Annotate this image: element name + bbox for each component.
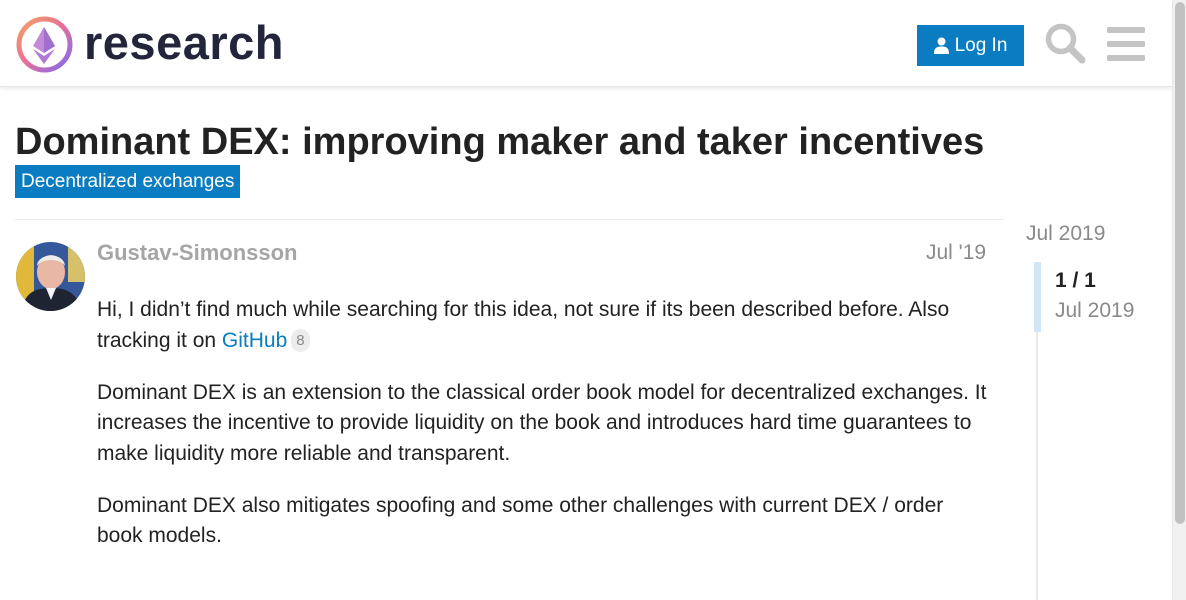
- login-button[interactable]: Log In: [917, 25, 1024, 66]
- timeline-current-date: Jul 2019: [1055, 299, 1135, 322]
- divider: [15, 219, 1004, 220]
- post-paragraph: Hi, I didn’t find much while searching f…: [97, 295, 992, 356]
- login-label: Log In: [954, 34, 1008, 56]
- scrollbar-thumb[interactable]: [1175, 2, 1185, 524]
- post-paragraph: Dominant DEX is an extension to the clas…: [97, 380, 987, 465]
- topic-title[interactable]: Dominant DEX: improving maker and taker …: [15, 118, 984, 166]
- github-link[interactable]: GitHub: [222, 329, 287, 352]
- post-author-username[interactable]: Gustav-Simonsson: [97, 240, 297, 266]
- user-avatar-icon: [16, 242, 85, 311]
- post-paragraph: Dominant DEX also mitigates spoofing and…: [97, 493, 944, 548]
- post-body: Hi, I didn’t find much while searching f…: [97, 295, 992, 573]
- timeline-scroll-handle[interactable]: [1034, 262, 1041, 332]
- timeline-position: 1 / 1: [1055, 269, 1096, 292]
- avatar[interactable]: [16, 242, 85, 311]
- category-badge[interactable]: Decentralized exchanges: [15, 165, 241, 198]
- search-icon[interactable]: [1044, 22, 1086, 64]
- timeline-start-date[interactable]: Jul 2019: [1026, 221, 1105, 247]
- site-header: research Log In: [0, 0, 1172, 87]
- post-date[interactable]: Jul '19: [926, 240, 986, 266]
- page-scrollbar[interactable]: [1172, 0, 1186, 600]
- site-name[interactable]: research: [84, 14, 284, 72]
- hamburger-menu-icon[interactable]: [1107, 26, 1145, 62]
- site-logo-icon[interactable]: [16, 16, 73, 73]
- user-icon: [933, 37, 949, 54]
- link-click-count: 8: [291, 328, 310, 352]
